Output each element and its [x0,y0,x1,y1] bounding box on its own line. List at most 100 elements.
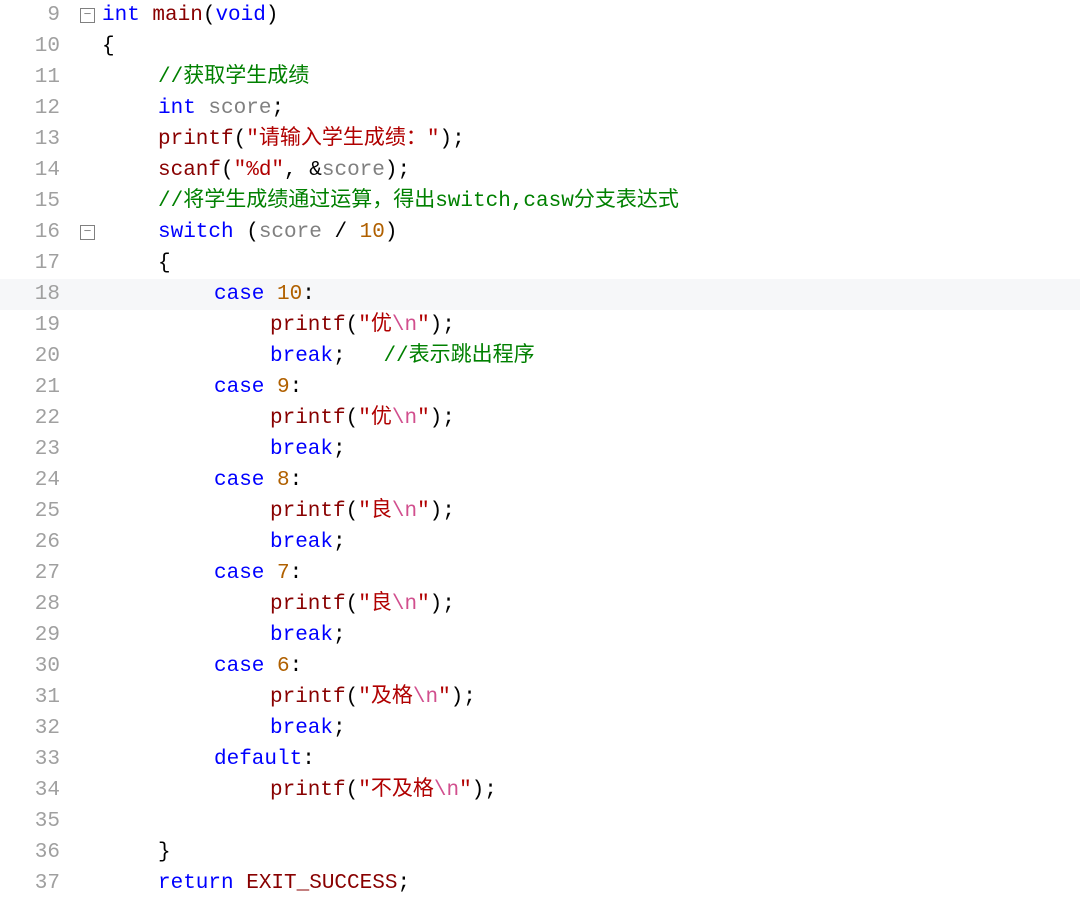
code-content[interactable]: break; [270,434,1080,465]
code-content[interactable]: printf("优\n"); [270,403,1080,434]
line-number: 30 [0,651,68,682]
token-pn: ; [442,593,455,616]
token-str: "优 [358,314,392,337]
token-fn: printf [270,500,346,523]
token-kw: break [270,345,333,368]
code-line[interactable]: 22 printf("优\n"); [0,403,1080,434]
code-line[interactable]: 37return EXIT_SUCCESS; [0,868,1080,899]
code-editor[interactable]: 9−int main(void)10{11//获取学生成绩12int score… [0,0,1080,899]
code-content[interactable]: { [102,31,1080,62]
code-line[interactable]: 13printf("请输入学生成绩："); [0,124,1080,155]
token-pn: ; [271,97,284,120]
token-fn: printf [270,593,346,616]
line-number: 22 [0,403,68,434]
code-content[interactable]: case 7: [214,558,1080,589]
code-content[interactable]: switch (score / 10) [158,217,1080,248]
code-line[interactable]: 35 [0,806,1080,837]
code-line[interactable]: 18case 10: [0,279,1080,310]
code-content[interactable]: printf("优\n"); [270,310,1080,341]
code-line[interactable]: 10{ [0,31,1080,62]
token-pn: ) [430,593,443,616]
code-content[interactable]: case 9: [214,372,1080,403]
code-line[interactable]: 31printf("及格\n"); [0,682,1080,713]
token-kw: int [158,97,208,120]
code-content[interactable]: printf("请输入学生成绩："); [158,124,1080,155]
code-content[interactable]: int score; [158,93,1080,124]
code-line[interactable]: 28 printf("良\n"); [0,589,1080,620]
code-line[interactable]: 17{ [0,248,1080,279]
code-content[interactable]: printf("良\n"); [270,589,1080,620]
code-line[interactable]: 21case 9: [0,372,1080,403]
code-content[interactable]: break; [270,713,1080,744]
token-str: " [417,500,430,523]
token-cmt: switch,casw [435,190,574,213]
token-fn: printf [270,314,346,337]
token-esc: \n [434,779,459,802]
code-content[interactable]: break; //表示跳出程序 [270,341,1080,372]
code-line[interactable]: 20break; //表示跳出程序 [0,341,1080,372]
token-kw: break [270,717,333,740]
code-content[interactable]: //获取学生成绩 [158,62,1080,93]
code-line[interactable]: 34printf("不及格\n"); [0,775,1080,806]
code-line[interactable]: 36} [0,837,1080,868]
token-str: "良 [358,500,392,523]
code-content[interactable]: int main(void) [102,0,1080,31]
code-line[interactable]: 24case 8: [0,465,1080,496]
token-pn: ( [346,500,359,523]
code-line[interactable]: 12int score; [0,93,1080,124]
code-line[interactable]: 25printf("良\n"); [0,496,1080,527]
code-line[interactable]: 26break; [0,527,1080,558]
token-pn: , & [284,159,322,182]
token-id: score [208,97,271,120]
code-content[interactable]: scanf("%d", &score); [158,155,1080,186]
token-pn: ; [397,159,410,182]
code-content[interactable]: case 10: [214,279,1080,310]
code-line[interactable]: 29break; [0,620,1080,651]
code-content[interactable]: case 8: [214,465,1080,496]
code-line[interactable]: 9−int main(void) [0,0,1080,31]
code-content[interactable]: default: [214,744,1080,775]
code-content[interactable]: printf("不及格\n"); [270,775,1080,806]
code-line[interactable]: 30 case 6: [0,651,1080,682]
code-content[interactable]: //将学生成绩通过运算，得出switch,casw分支表达式 [158,186,1080,217]
token-kw: switch [158,221,246,244]
code-content[interactable]: break; [270,527,1080,558]
token-str: "不及格 [358,779,434,802]
line-number: 36 [0,837,68,868]
code-content[interactable]: } [158,837,1080,868]
code-line[interactable]: 16−switch (score / 10) [0,217,1080,248]
code-line[interactable]: 27case 7: [0,558,1080,589]
code-content[interactable]: printf("良\n"); [270,496,1080,527]
fold-toggle-icon[interactable]: − [80,225,95,240]
token-kw: break [270,438,333,461]
token-pn: ; [442,407,455,430]
code-content[interactable]: case 6: [214,651,1080,682]
code-line[interactable]: 19printf("优\n"); [0,310,1080,341]
code-content[interactable]: printf("及格\n"); [270,682,1080,713]
code-line[interactable]: 32 break; [0,713,1080,744]
token-pn: ) [451,686,464,709]
token-pn: ( [346,593,359,616]
line-number: 32 [0,713,68,744]
token-pn: ; [333,624,346,647]
token-num: 7 [277,562,290,585]
token-pn: { [102,35,115,58]
code-content[interactable]: return EXIT_SUCCESS; [158,868,1080,899]
token-fn: main [152,4,202,27]
token-esc: \n [392,407,417,430]
token-pn: ; [333,531,346,554]
token-esc: \n [413,686,438,709]
code-line[interactable]: 11//获取学生成绩 [0,62,1080,93]
code-content[interactable]: { [158,248,1080,279]
line-number: 28 [0,589,68,620]
token-pn: : [302,283,315,306]
code-content[interactable]: break; [270,620,1080,651]
fold-toggle-icon[interactable]: − [80,8,95,23]
code-line[interactable]: 14scanf("%d", &score); [0,155,1080,186]
code-line[interactable]: 33default: [0,744,1080,775]
code-line[interactable]: 15//将学生成绩通过运算，得出switch,casw分支表达式 [0,186,1080,217]
token-fn: scanf [158,159,221,182]
token-kw: case [214,376,277,399]
code-line[interactable]: 23break; [0,434,1080,465]
token-pn: : [302,748,315,771]
